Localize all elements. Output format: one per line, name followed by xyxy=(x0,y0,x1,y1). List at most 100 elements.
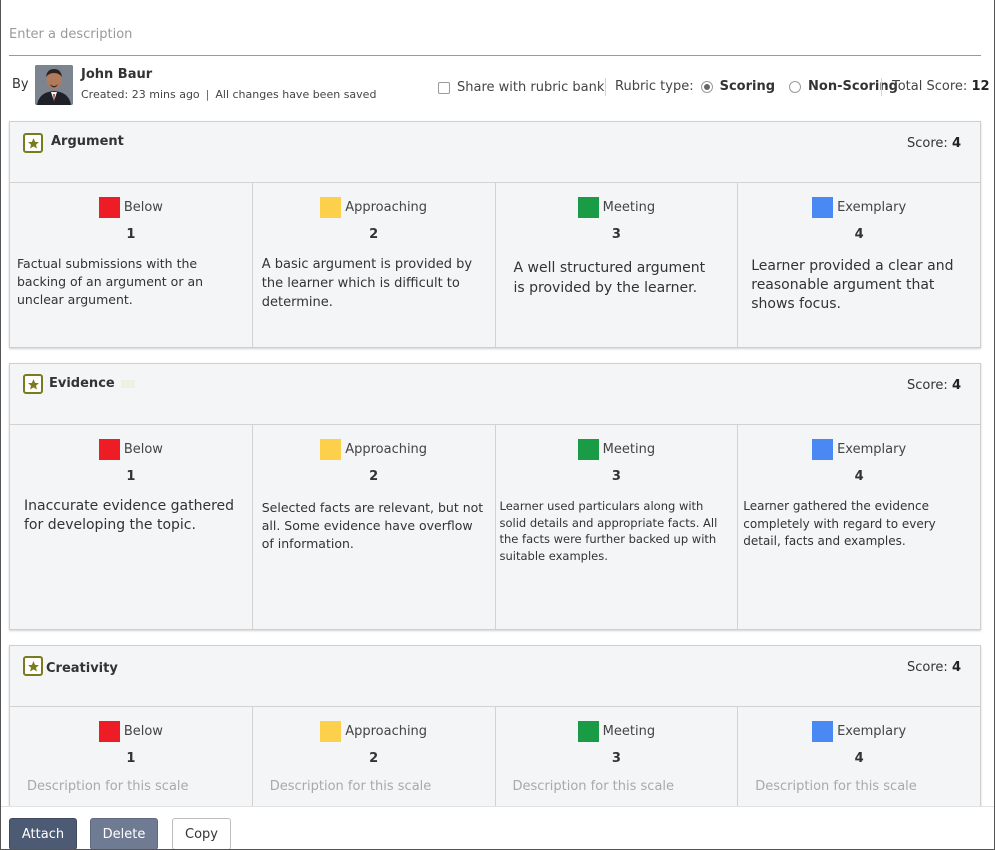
criterion-name[interactable]: Creativity xyxy=(46,661,118,676)
level-approaching[interactable]: Approaching 2 Selected facts are relevan… xyxy=(253,425,496,629)
rubric-editor: By John Baur Created: 23 mins ago | All ch… xyxy=(0,0,995,850)
level-name: Meeting xyxy=(602,200,656,215)
criterion-score: Score: 4 xyxy=(907,136,961,151)
status-separator: | xyxy=(205,88,210,101)
edit-hint xyxy=(120,379,135,388)
author-name: John Baur xyxy=(81,67,153,82)
score-value: 4 xyxy=(951,660,961,675)
criterion-header: Evidence Score: 4 xyxy=(10,364,980,425)
level-points: 3 xyxy=(611,469,621,484)
below-color-swatch xyxy=(98,439,120,460)
share-checkbox[interactable] xyxy=(438,81,450,94)
exemplary-color-swatch xyxy=(812,439,834,460)
levels-row: Below 1 Inaccurate evidence gathered for… xyxy=(10,425,980,629)
level-points: 1 xyxy=(126,227,136,242)
level-points: 2 xyxy=(369,227,379,242)
level-description[interactable]: Description for this scale xyxy=(496,779,738,794)
meeting-color-swatch xyxy=(577,721,599,742)
star-icon[interactable] xyxy=(23,133,43,153)
level-below[interactable]: Below 1 Inaccurate evidence gathered for… xyxy=(10,425,253,629)
radio-scoring-label[interactable]: Scoring xyxy=(720,79,775,94)
level-points: 1 xyxy=(126,751,136,766)
level-points: 2 xyxy=(369,751,379,766)
level-description[interactable]: Description for this scale xyxy=(738,779,980,794)
level-points: 4 xyxy=(854,227,864,242)
level-description[interactable]: Learner used particulars along with soli… xyxy=(496,498,738,564)
star-icon[interactable] xyxy=(23,374,43,394)
level-description[interactable]: Selected facts are relevant, but not all… xyxy=(253,499,495,553)
approaching-color-swatch xyxy=(320,439,342,460)
exemplary-color-swatch xyxy=(812,721,834,742)
radio-scoring[interactable] xyxy=(700,80,713,93)
level-name: Exemplary xyxy=(837,200,907,215)
criterion-creativity: Creativity Score: 4 Below 1 Description … xyxy=(9,645,981,825)
rubric-type-label: Rubric type: xyxy=(615,79,694,94)
divider xyxy=(605,78,606,96)
level-below[interactable]: Below 1 Factual submissions with the bac… xyxy=(10,183,253,347)
score-label: Score: xyxy=(907,136,948,151)
level-points: 2 xyxy=(369,469,379,484)
score-value: 4 xyxy=(951,136,961,151)
level-description[interactable]: Description for this scale xyxy=(10,779,252,794)
attach-button[interactable]: Attach xyxy=(9,818,77,849)
criterion-evidence: Evidence Score: 4 Below 1 Inaccurate evi… xyxy=(9,363,981,630)
radio-non-scoring-label[interactable]: Non-Scoring xyxy=(808,79,898,94)
level-points: 3 xyxy=(611,227,621,242)
author-status: Created: 23 mins ago | All changes have be… xyxy=(81,88,376,101)
level-description[interactable]: Inaccurate evidence gathered for develop… xyxy=(10,497,252,535)
description-input[interactable] xyxy=(9,14,981,56)
level-description[interactable]: Learner provided a clear and reasonable … xyxy=(738,257,980,314)
level-name: Below xyxy=(123,442,163,457)
level-name: Below xyxy=(123,200,163,215)
criterion-score: Score: 4 xyxy=(907,660,961,675)
star-icon[interactable] xyxy=(23,656,43,676)
level-name: Exemplary xyxy=(837,724,907,739)
save-status: All changes have been saved xyxy=(215,88,377,101)
criterion-score: Score: 4 xyxy=(907,378,961,393)
level-exemplary[interactable]: Exemplary 4 Learner provided a clear and… xyxy=(738,183,980,347)
level-points: 4 xyxy=(854,751,864,766)
score-value: 4 xyxy=(951,378,961,393)
divider xyxy=(881,78,882,96)
meeting-color-swatch xyxy=(577,197,599,218)
total-score-label: Total Score: xyxy=(892,79,968,94)
share-with-rubric-bank[interactable]: Share with rubric bank xyxy=(438,80,604,95)
level-description[interactable]: A basic argument is provided by the lear… xyxy=(253,255,495,312)
delete-button[interactable]: Delete xyxy=(90,818,158,849)
level-name: Approaching xyxy=(345,442,428,457)
level-description[interactable]: Learner gathered the evidence completely… xyxy=(738,498,980,551)
score-label: Score: xyxy=(907,378,948,393)
exemplary-color-swatch xyxy=(812,197,834,218)
meeting-color-swatch xyxy=(577,439,599,460)
level-exemplary[interactable]: Exemplary 4 Learner gathered the evidenc… xyxy=(738,425,980,629)
level-name: Below xyxy=(123,724,163,739)
level-name: Exemplary xyxy=(837,442,907,457)
score-label: Score: xyxy=(907,660,948,675)
radio-non-scoring[interactable] xyxy=(789,80,802,93)
approaching-color-swatch xyxy=(320,197,342,218)
by-label: By xyxy=(12,77,29,92)
level-name: Approaching xyxy=(345,724,428,739)
level-name: Meeting xyxy=(602,724,656,739)
level-description[interactable]: A well structured argument is provided b… xyxy=(496,258,738,298)
level-points: 3 xyxy=(611,751,621,766)
level-name: Meeting xyxy=(602,442,656,457)
criterion-name-text: Evidence xyxy=(49,376,115,391)
total-score-value: 12 xyxy=(971,79,990,94)
level-approaching[interactable]: Approaching 2 A basic argument is provid… xyxy=(253,183,496,347)
created-time: Created: 23 mins ago xyxy=(81,88,200,101)
criterion-name[interactable]: Argument xyxy=(51,134,124,149)
level-points: 4 xyxy=(854,469,864,484)
level-description[interactable]: Factual submissions with the backing of … xyxy=(10,255,252,309)
rubric-type-group: Rubric type: Scoring Non-Scoring xyxy=(615,79,898,94)
level-meeting[interactable]: Meeting 3 A well structured argument is … xyxy=(496,183,739,347)
level-meeting[interactable]: Meeting 3 Learner used particulars along… xyxy=(496,425,739,629)
copy-button[interactable]: Copy xyxy=(172,818,231,849)
approaching-color-swatch xyxy=(320,721,342,742)
level-description[interactable]: Description for this scale xyxy=(253,779,495,794)
level-name: Approaching xyxy=(345,200,428,215)
level-points: 1 xyxy=(126,469,136,484)
criterion-name[interactable]: Evidence xyxy=(49,376,135,391)
total-score: Total Score: 12 xyxy=(892,79,990,94)
action-bar: Attach Delete Copy xyxy=(1,806,994,849)
